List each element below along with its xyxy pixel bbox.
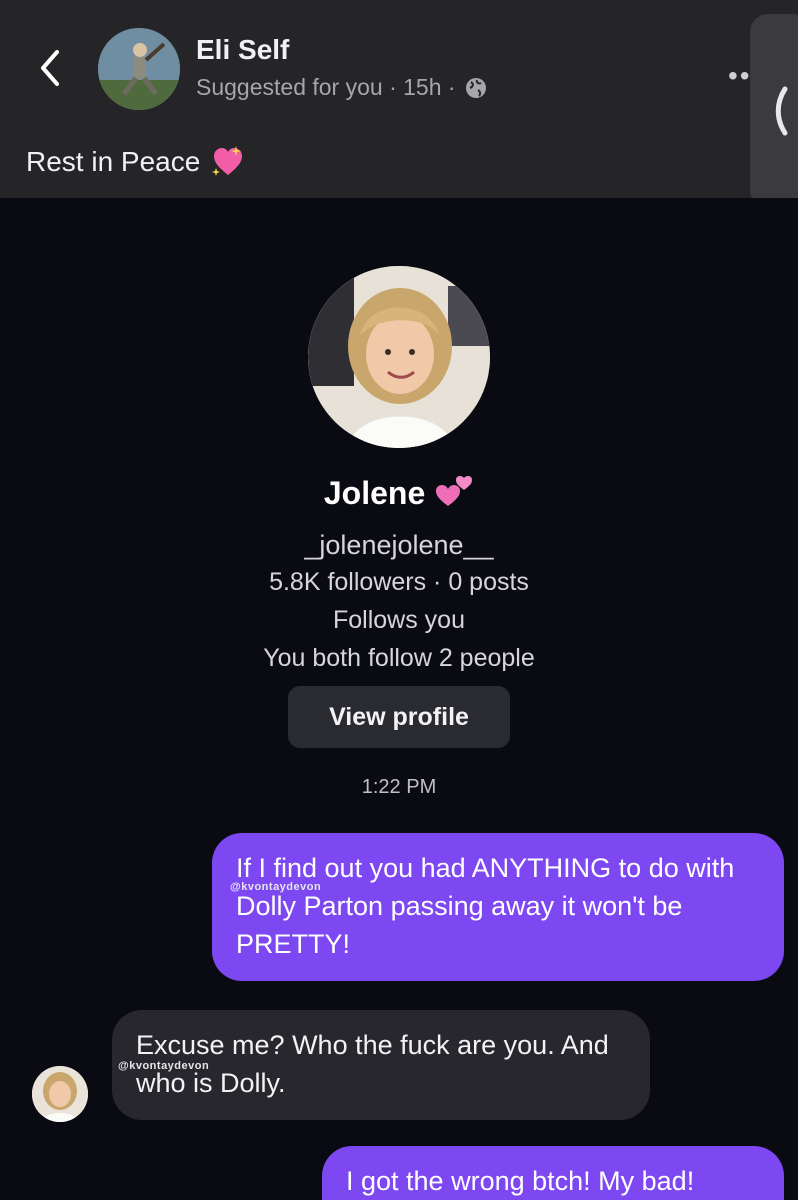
message-timestamp: 1:22 PM <box>361 776 437 798</box>
chevron-left-icon <box>41 50 59 86</box>
message-bubble-outgoing[interactable]: I got the wrong btch! My bad! <box>322 1146 784 1200</box>
more-options-button[interactable]: •• <box>728 60 752 92</box>
post-meta: Suggested for you · 15h · <box>196 74 488 101</box>
poster-name[interactable]: Eli Self <box>196 34 289 66</box>
sparkling-heart-icon <box>212 146 243 176</box>
dm-screenshot: Jolene _jolenejolene__ 5.8K followers · … <box>0 198 798 1200</box>
post-header: Eli Self Suggested for you · 15h · •• Re… <box>0 0 798 208</box>
message-bubble-outgoing[interactable]: If I find out you had ANYTHING to do wit… <box>212 833 784 981</box>
follows-you-label: Follows you <box>333 606 465 634</box>
globe-icon <box>465 77 486 98</box>
post-meta-text: Suggested for you · 15h · <box>196 74 456 100</box>
caption-text: Rest in Peace <box>26 146 201 177</box>
view-profile-button[interactable]: View profile <box>288 686 510 748</box>
chevron-left-icon <box>775 86 788 136</box>
post-caption: Rest in Peace <box>26 144 246 180</box>
two-hearts-icon <box>436 476 473 506</box>
side-panel-tab[interactable] <box>750 14 798 208</box>
watermark-text: @kvontaydevon <box>230 881 322 893</box>
back-button[interactable] <box>30 46 70 90</box>
profile-name-text: Jolene <box>323 475 426 511</box>
mutual-follows-label: You both follow 2 people <box>263 644 535 672</box>
profile-stats: 5.8K followers · 0 posts <box>269 568 529 596</box>
profile-name: Jolene <box>0 474 798 512</box>
watermark-text: @kvontaydevon <box>118 1060 210 1072</box>
profile-handle: _jolenejolene__ <box>304 530 494 560</box>
chat-avatar[interactable] <box>32 1066 88 1122</box>
poster-avatar[interactable] <box>98 28 180 110</box>
profile-photo <box>308 266 490 448</box>
